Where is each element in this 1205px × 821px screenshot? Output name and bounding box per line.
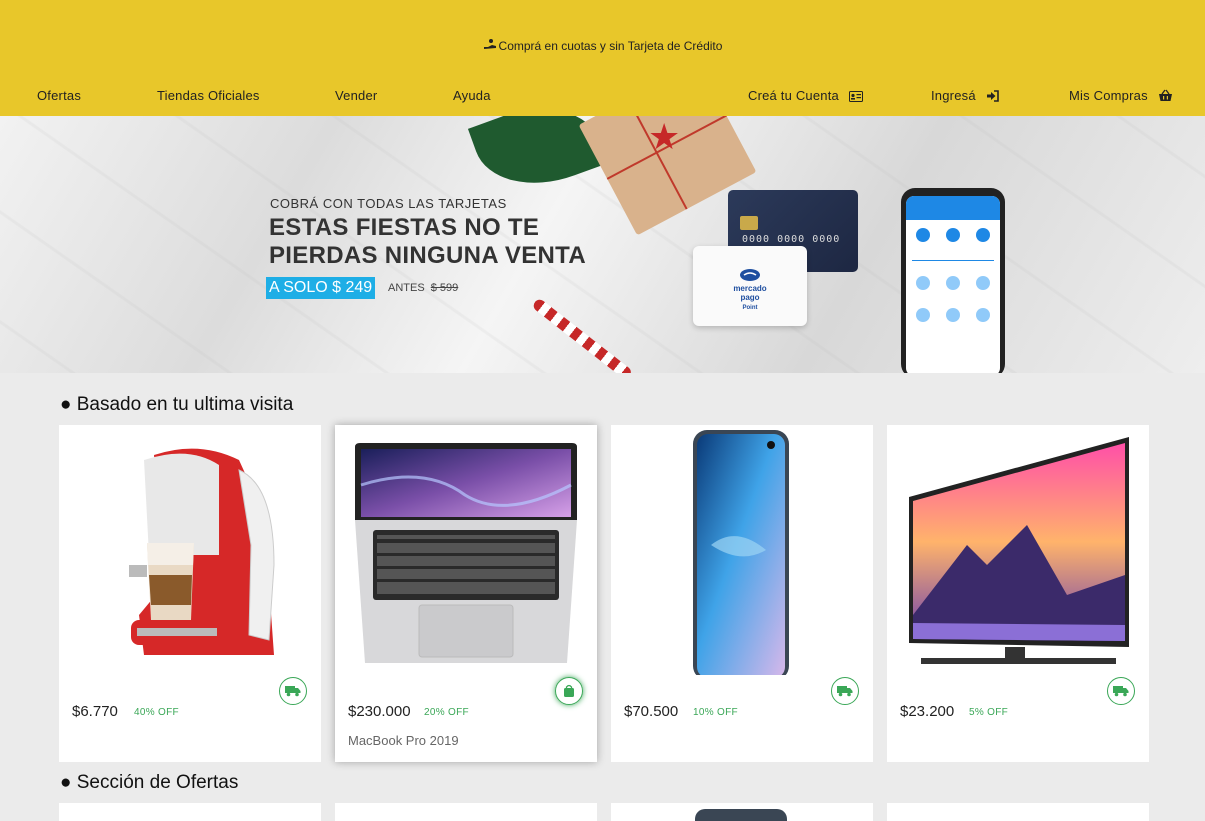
truck-icon [837,686,853,697]
phone-image [901,188,1005,373]
laptop-image [355,443,577,663]
basket-icon [1158,89,1173,105]
phone-screen [906,196,1000,373]
create-account-link[interactable]: Creá tu Cuenta [748,88,863,105]
hand-money-icon [483,38,497,53]
hero-price: A SOLO $ 249 [266,277,376,299]
product-card-macbook[interactable]: $230.000 20% OFF MacBook Pro 2019 [335,425,597,762]
section-title-recent: ● Basado en tu ultima visita [60,394,294,415]
offer-card[interactable] [887,803,1149,821]
nav-ofertas[interactable]: Ofertas [37,88,81,103]
card-chip [740,216,758,230]
product-discount: 40% OFF [134,707,179,718]
antes-label: ANTES [388,282,425,294]
truck-icon [1113,686,1129,697]
promo-text: Comprá en cuotas y sin Tarjeta de Crédit… [498,39,723,53]
mercado-pago-logo: mercado pago Point [727,268,773,313]
id-card-icon [848,90,863,105]
coffee-machine-image [129,448,275,655]
hero-banner[interactable]: ★ COBRÁ CON TODAS LAS TARJETAS ESTAS FIE… [0,116,1205,373]
star-ornament-icon: ★ [648,116,681,157]
product-name: MacBook Pro 2019 [348,733,459,748]
product-price: $230.000 [348,703,411,720]
hero-title-line-2: PIERDAS NINGUNA VENTA [269,242,586,269]
product-discount: 20% OFF [424,707,469,718]
product-price: $70.500 [624,703,679,720]
product-badge [831,677,859,705]
bag-icon [564,684,574,697]
offer-card[interactable] [335,803,597,821]
hero-title-line-1: ESTAS FIESTAS NO TE [269,214,540,241]
smartphone-image [693,430,789,675]
promo-banner[interactable]: Comprá en cuotas y sin Tarjeta de Crédit… [0,38,1205,53]
section-title-offers: ● Sección de Ofertas [60,772,239,793]
product-discount: 10% OFF [693,707,738,718]
truck-icon [285,686,301,697]
nav-vender[interactable]: Vender [335,88,377,103]
product-card-phone[interactable]: $70.500 10% OFF [611,425,873,762]
tv-image [909,437,1129,664]
nav-ayuda[interactable]: Ayuda [453,88,491,103]
product-price: $23.200 [900,703,955,720]
sign-in-icon [986,90,999,105]
offer-card[interactable] [611,803,873,821]
hero-subtitle: COBRÁ CON TODAS LAS TARJETAS [270,196,507,211]
hero-title: ESTAS FIESTAS NO TE PIERDAS NINGUNA VENT… [269,214,586,270]
product-badge [1107,677,1135,705]
top-header: Comprá en cuotas y sin Tarjeta de Crédit… [0,0,1205,116]
product-badge [555,677,583,705]
product-discount: 5% OFF [969,707,1009,718]
phone-image-partial [695,809,787,821]
product-card-tv[interactable]: $23.200 5% OFF [887,425,1149,762]
offer-card[interactable] [59,803,321,821]
product-price: $6.770 [72,703,118,720]
my-purchases-label: Mis Compras [1069,88,1148,103]
product-card-coffee-machine[interactable]: $6.770 40% OFF [59,425,321,762]
login-link[interactable]: Ingresá [931,88,999,105]
nav-tiendas-oficiales[interactable]: Tiendas Oficiales [157,88,260,103]
mercado-pago-point-image: mercado pago Point [693,246,807,326]
hero-old-price: ANTES $ 599 [388,282,458,294]
product-badge [279,677,307,705]
create-account-label: Creá tu Cuenta [748,88,839,103]
login-label: Ingresá [931,88,976,103]
my-purchases-link[interactable]: Mis Compras [1069,88,1173,105]
antes-price: $ 599 [430,282,459,294]
